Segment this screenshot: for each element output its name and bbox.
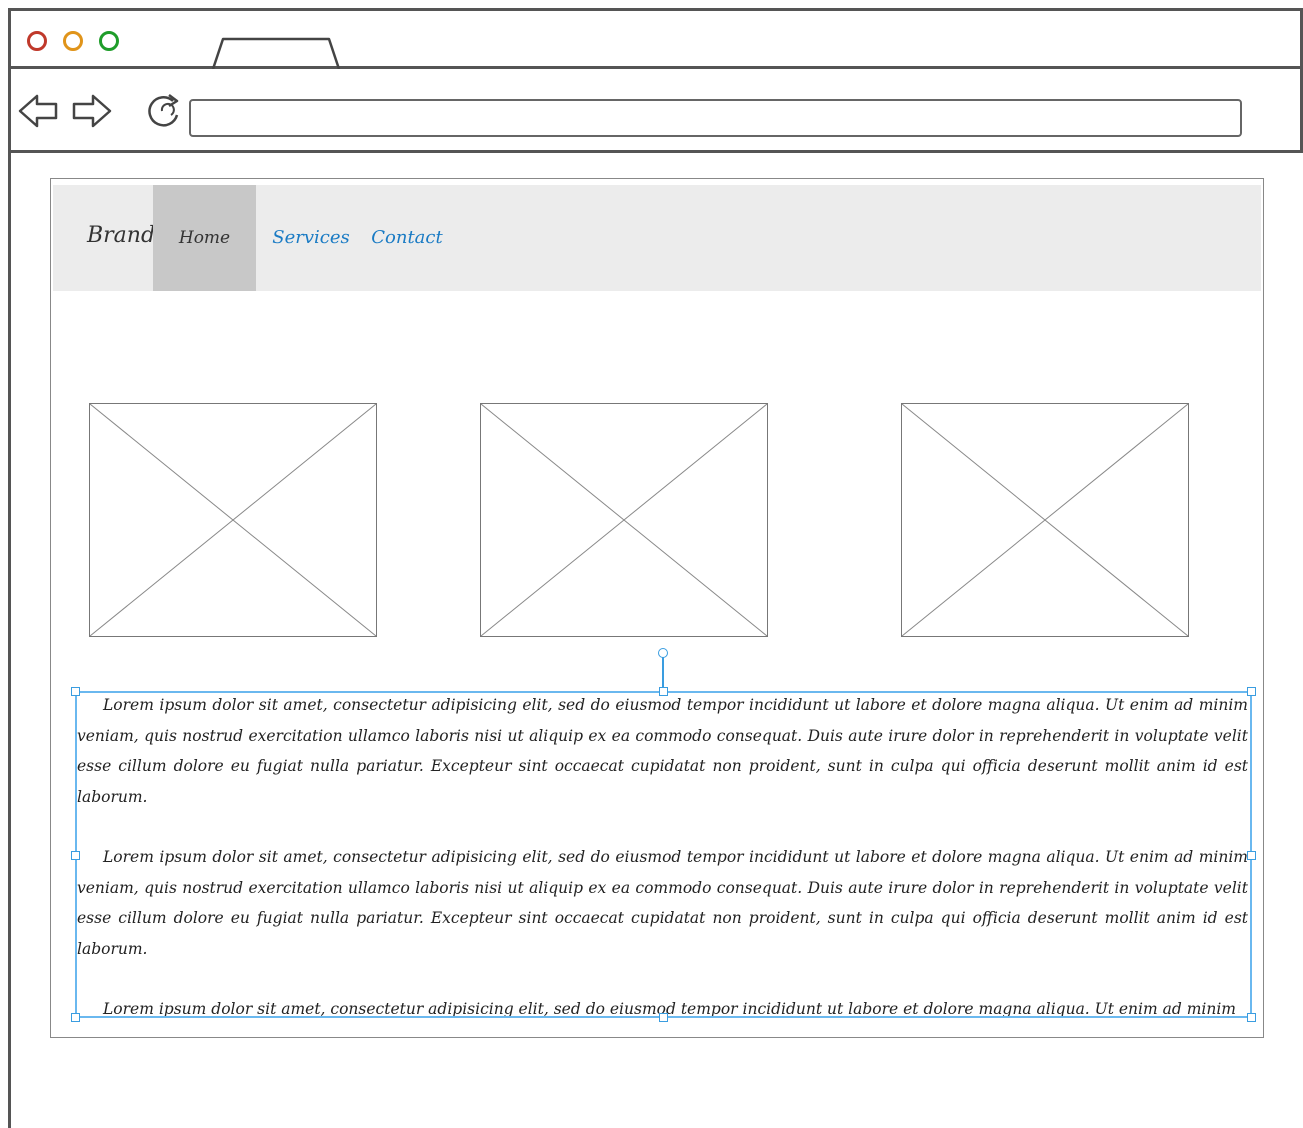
text-block[interactable]: Lorem ipsum dolor sit amet, consectetur …	[77, 690, 1252, 1018]
image-placeholder	[89, 403, 377, 637]
navbar: Brand Home Services Contact	[53, 185, 1261, 291]
address-bar-input[interactable]	[189, 99, 1242, 137]
browser-toolbar	[11, 69, 1303, 153]
maximize-window-button[interactable]	[99, 31, 119, 51]
image-placeholder	[901, 403, 1189, 637]
image-placeholder	[480, 403, 768, 637]
browser-tab[interactable]	[211, 37, 341, 70]
resize-handle-bottom-right[interactable]	[1247, 1013, 1256, 1022]
resize-handle-top[interactable]	[659, 687, 668, 696]
image-placeholder-icon	[90, 404, 376, 636]
title-bar	[11, 11, 1303, 70]
resize-handle-left[interactable]	[71, 851, 80, 860]
nav-item-home[interactable]: Home	[153, 185, 256, 291]
web-page-frame: Brand Home Services Contact Lorem ipsum …	[50, 178, 1264, 1038]
paragraph: Lorem ipsum dolor sit amet, consectetur …	[77, 696, 1248, 806]
nav-item-services[interactable]: Services	[265, 185, 357, 291]
rotation-handle-stem	[662, 655, 664, 691]
resize-handle-right[interactable]	[1247, 851, 1256, 860]
nav-item-contact[interactable]: Contact	[365, 185, 449, 291]
forward-arrow-icon[interactable]	[71, 91, 113, 131]
resize-handle-bottom[interactable]	[659, 1013, 668, 1022]
rotation-handle[interactable]	[658, 648, 668, 658]
resize-handle-bottom-left[interactable]	[71, 1013, 80, 1022]
resize-handle-top-right[interactable]	[1247, 687, 1256, 696]
paragraph: Lorem ipsum dolor sit amet, consectetur …	[77, 848, 1248, 958]
image-placeholder-icon	[902, 404, 1188, 636]
brand-logo[interactable]: Brand	[87, 223, 155, 248]
close-window-button[interactable]	[27, 31, 47, 51]
back-arrow-icon[interactable]	[17, 91, 59, 131]
image-placeholder-icon	[481, 404, 767, 636]
resize-handle-top-left[interactable]	[71, 687, 80, 696]
minimize-window-button[interactable]	[63, 31, 83, 51]
reload-icon[interactable]	[143, 91, 185, 131]
